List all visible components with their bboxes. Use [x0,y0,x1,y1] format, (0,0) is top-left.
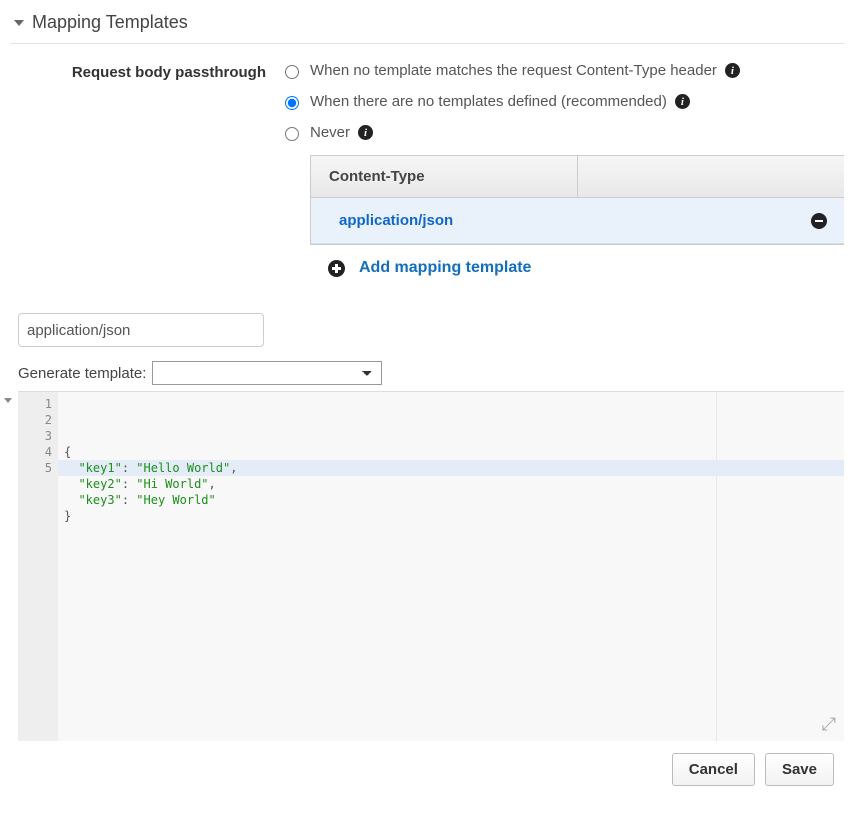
passthrough-option[interactable]: When there are no templates defined (rec… [280,93,844,110]
content-type-remove[interactable] [794,198,844,243]
passthrough-option[interactable]: When no template matches the request Con… [280,62,844,79]
section-header[interactable]: Mapping Templates [10,8,844,44]
editor-gutter: 12345 [18,392,58,741]
minus-circle-icon [811,213,827,229]
content-type-input[interactable] [18,313,264,347]
content-type-header-row: Content-Type [311,156,844,198]
passthrough-option-label: When there are no templates defined (rec… [310,93,667,110]
info-icon[interactable]: i [358,125,373,140]
cancel-button[interactable]: Cancel [672,753,755,786]
generate-template-select[interactable] [152,361,382,385]
content-type-value[interactable]: application/json [311,198,794,243]
save-button[interactable]: Save [765,753,834,786]
passthrough-radio-group: When no template matches the request Con… [280,62,844,155]
passthrough-radio[interactable] [285,127,299,141]
info-icon[interactable]: i [725,63,740,78]
content-type-row[interactable]: application/json [311,198,844,244]
generate-template-row: Generate template: [18,361,844,385]
content-type-table: Content-Type application/json [310,155,844,245]
passthrough-option[interactable]: Neveri [280,124,844,141]
generate-template-label: Generate template: [18,365,146,382]
plus-circle-icon [328,260,345,277]
add-mapping-template-row[interactable]: Add mapping template [310,245,844,283]
resize-icon[interactable]: ⤢ [822,714,836,735]
section-title: Mapping Templates [32,12,188,33]
content-type-header-action [578,156,844,197]
footer-actions: Cancel Save [10,753,844,786]
passthrough-option-label: Never [310,124,350,141]
info-icon[interactable]: i [675,94,690,109]
passthrough-radio[interactable] [285,65,299,79]
passthrough-label: Request body passthrough [10,62,280,81]
content-type-header: Content-Type [311,156,578,197]
add-mapping-template-link[interactable]: Add mapping template [359,259,531,277]
template-editor[interactable]: 12345 { "key1": "Hello World", "key2": "… [18,391,844,741]
caret-down-icon [14,20,24,26]
passthrough-radio[interactable] [285,96,299,110]
passthrough-option-label: When no template matches the request Con… [310,62,717,79]
passthrough-block: Request body passthrough When no templat… [10,62,844,155]
editor-code[interactable]: { "key1": "Hello World", "key2": "Hi Wor… [58,392,844,741]
